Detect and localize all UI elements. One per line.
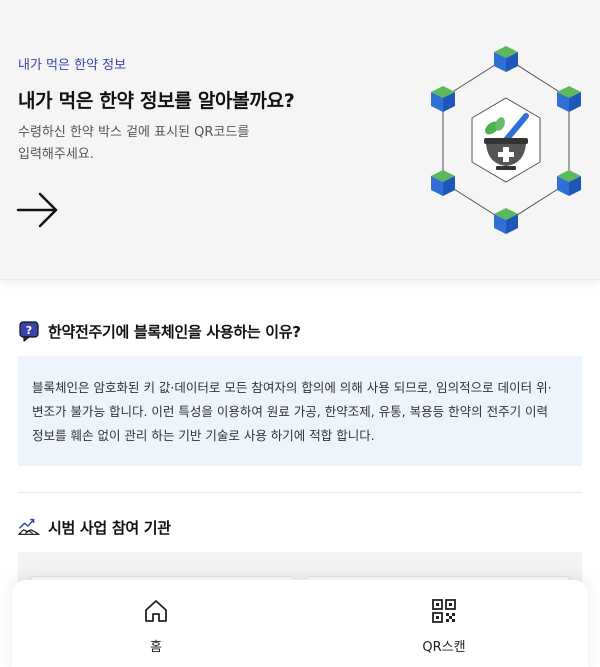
cube-icon (494, 208, 518, 234)
cube-icon (557, 170, 581, 196)
why-info-box: 블록체인은 암호화된 키 값·데이터로 모든 참여자의 합의에 의해 사용 되므… (18, 356, 582, 466)
nav-qr-scan-label: QR스캔 (422, 640, 466, 655)
why-section-title: 한약전주기에 블록체인을 사용하는 이유? (48, 322, 301, 341)
svg-text:?: ? (26, 324, 32, 337)
hero-title: 내가 먹은 한약 정보를 알아볼까요? (18, 90, 295, 112)
qr-code-icon (432, 599, 456, 623)
nav-qr-scan[interactable]: QR스캔 (384, 598, 504, 655)
bottom-navigation: 홈 QR스캔 (12, 580, 588, 667)
cube-icon (494, 46, 518, 72)
hero-description-line: 수령하신 한약 박스 겉에 표시된 QR코드를 (18, 125, 250, 140)
hero-description-line: 입력해주세요. (18, 147, 94, 162)
cube-icon (431, 170, 455, 196)
hero-banner: 내가 먹은 한약 정보 내가 먹은 한약 정보를 알아볼까요? 수령하신 한약 … (0, 0, 600, 280)
arrow-right-icon[interactable] (16, 190, 60, 230)
cube-icon (431, 86, 455, 112)
info-text-line: 정보를 훼손 없이 관리 하는 기반 기술로 사용 하기에 적합 합니다. (32, 428, 375, 443)
partners-section-title: 시범 사업 참여 기관 (48, 518, 171, 537)
partners-section-header: 시범 사업 참여 기관 (18, 516, 171, 538)
nav-home-label: 홈 (150, 640, 162, 655)
nav-home[interactable]: 홈 (96, 598, 216, 655)
hero-description: 수령하신 한약 박스 겉에 표시된 QR코드를 입력해주세요. (18, 122, 298, 166)
home-icon (145, 600, 167, 622)
info-text-line: 변조가 불가능 합니다. 이런 특성을 이용하여 원료 가공, 한약조제, 유통… (32, 404, 549, 419)
hero-eyebrow: 내가 먹은 한약 정보 (18, 58, 127, 73)
question-chat-icon: ? (19, 321, 39, 342)
why-section-header: ? 한약전주기에 블록체인을 사용하는 이유? (18, 320, 301, 342)
cube-icon (557, 86, 581, 112)
handshake-chart-icon (18, 518, 40, 535)
section-divider (18, 492, 582, 493)
blockchain-herbal-mortar-icon (431, 46, 581, 234)
info-text-line: 블록체인은 암호화된 키 값·데이터로 모든 참여자의 합의에 의해 사용 되므… (32, 380, 552, 395)
